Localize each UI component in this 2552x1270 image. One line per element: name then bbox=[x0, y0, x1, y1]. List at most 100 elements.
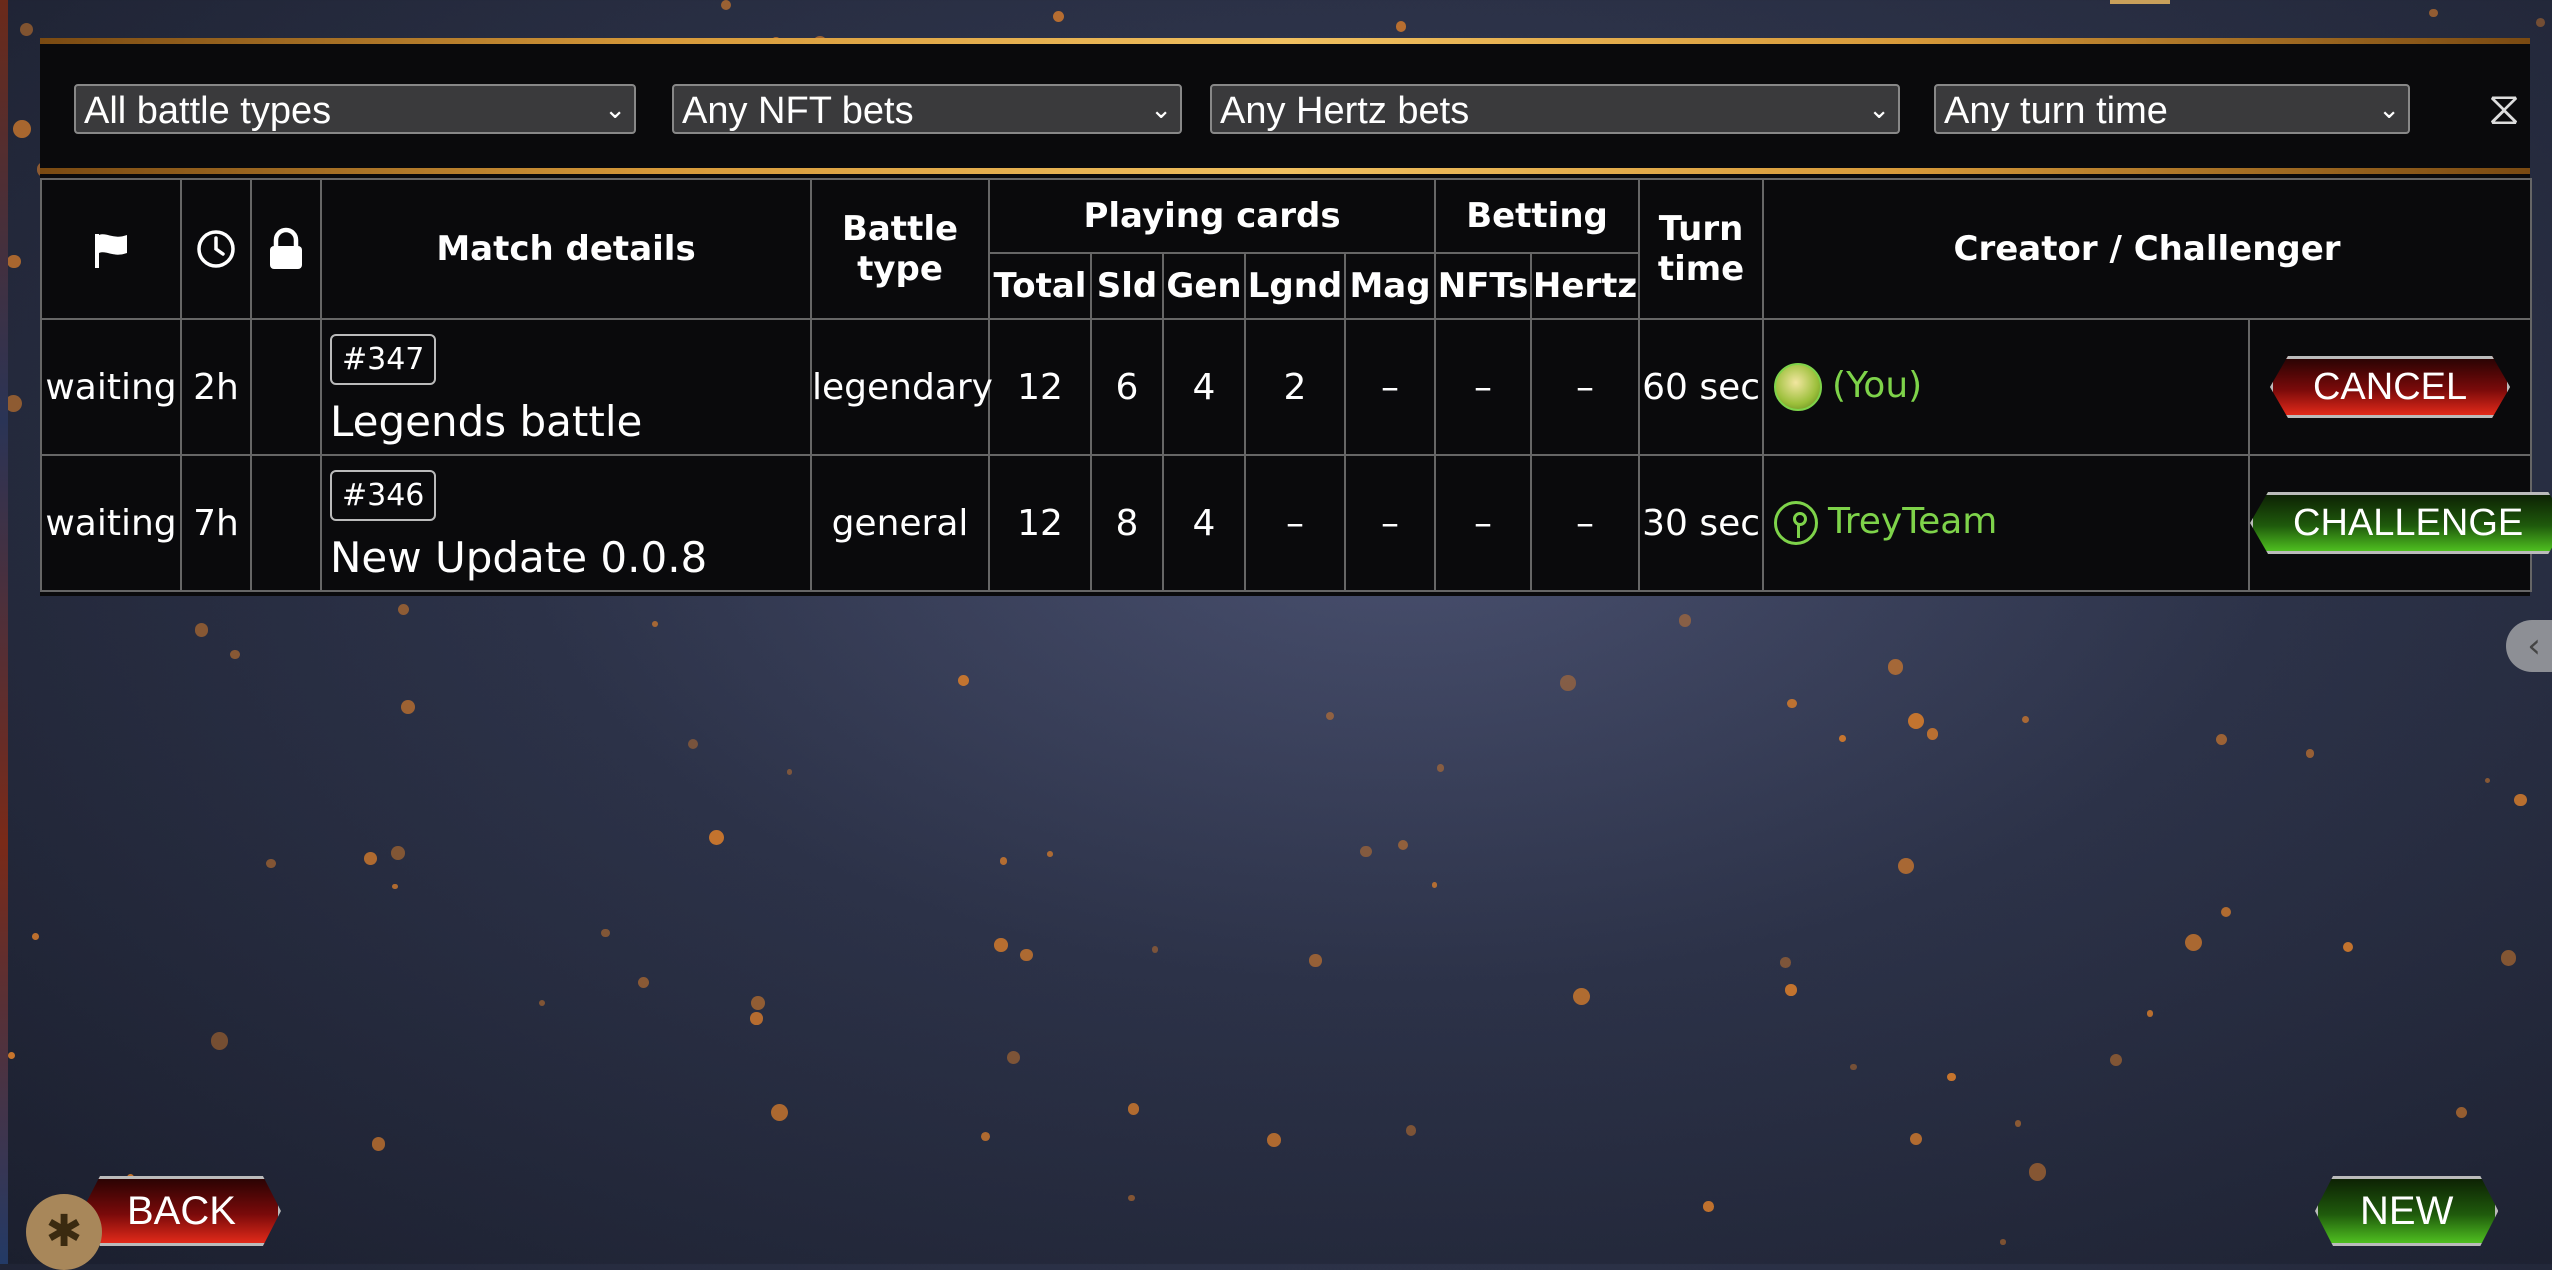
ember-dot bbox=[1431, 882, 1438, 888]
ember-dot bbox=[371, 1137, 386, 1151]
avatar bbox=[1774, 501, 1819, 545]
chevron-down-icon: ⌄ bbox=[1868, 95, 1890, 125]
ember-dot bbox=[1436, 763, 1445, 772]
flag-column-header bbox=[40, 178, 182, 320]
ember-dot bbox=[1678, 614, 1692, 627]
gen-cell: 4 bbox=[1162, 318, 1246, 456]
ember-dot bbox=[1838, 735, 1846, 743]
ember-dot bbox=[2146, 1010, 2154, 1017]
ember-dot bbox=[1907, 712, 1924, 729]
battle-type-select[interactable]: All battle types ⌄ bbox=[74, 84, 636, 134]
lock-column-header bbox=[250, 178, 322, 320]
ember-dot bbox=[1897, 858, 1914, 875]
creator-name[interactable]: (You) bbox=[1832, 365, 1922, 406]
age-column-header bbox=[180, 178, 252, 320]
match-details-cell: #346 New Update 0.0.8 bbox=[320, 454, 812, 592]
ember-dot bbox=[786, 769, 793, 775]
left-edge-strip bbox=[0, 0, 8, 1264]
ember-dot bbox=[999, 857, 1008, 866]
ember-dot bbox=[539, 999, 546, 1007]
lgnd-cell: 2 bbox=[1244, 318, 1346, 456]
ember-dot bbox=[1360, 845, 1372, 857]
ember-dot bbox=[2021, 716, 2029, 724]
ember-dot bbox=[401, 700, 415, 715]
match-id-tag: #347 bbox=[330, 334, 437, 385]
hourglass-icon[interactable]: ⧖ bbox=[2480, 80, 2528, 136]
ember-dot bbox=[981, 1132, 991, 1142]
ember-dot bbox=[32, 933, 40, 940]
battle-type-cell: legendary bbox=[810, 318, 993, 456]
match-name: New Update 0.0.8 bbox=[330, 533, 708, 582]
ember-dot bbox=[708, 829, 724, 846]
ember-dot bbox=[2110, 1054, 2123, 1066]
ember-dot bbox=[13, 119, 31, 138]
ember-dot bbox=[210, 1032, 229, 1051]
ember-dot bbox=[194, 623, 209, 637]
turn-time-cell: 30 sec bbox=[1638, 454, 1765, 592]
ember-dot bbox=[2028, 1163, 2047, 1181]
challenge-button[interactable]: CHALLENGE bbox=[2250, 492, 2552, 554]
hertz-header: Hertz bbox=[1530, 252, 1641, 320]
top-corner-accent bbox=[2110, 0, 2170, 4]
match-id-tag: #346 bbox=[330, 470, 437, 521]
table-row[interactable]: waiting 7h #346 New Update 0.0.8 general… bbox=[40, 454, 2531, 592]
ember-dot bbox=[1909, 1132, 1923, 1146]
playing-cards-header: Playing cards bbox=[987, 178, 1437, 254]
sld-cell: 6 bbox=[1090, 318, 1164, 456]
creator-name[interactable]: TreyTeam bbox=[1828, 501, 1997, 542]
ember-dot bbox=[1785, 984, 1797, 996]
action-cell: CANCEL bbox=[2248, 318, 2533, 456]
ember-dot bbox=[2500, 950, 2517, 967]
turn-time-cell: 60 sec bbox=[1638, 318, 1765, 456]
mag-header: Mag bbox=[1343, 252, 1437, 320]
ember-dot bbox=[1020, 948, 1034, 962]
nfts-header: NFTs bbox=[1434, 252, 1533, 320]
lgnd-cell: – bbox=[1244, 454, 1346, 592]
total-header: Total bbox=[988, 252, 1092, 320]
table-row[interactable]: waiting 2h #347 Legends battle legendary… bbox=[40, 318, 2533, 456]
hertz-bets-select[interactable]: Any Hertz bets ⌄ bbox=[1210, 84, 1900, 134]
battle-type-header: Battle type bbox=[810, 178, 990, 320]
lock-cell bbox=[250, 318, 322, 456]
ember-dot bbox=[771, 1103, 789, 1122]
age-cell: 2h bbox=[180, 318, 252, 456]
status-cell: waiting bbox=[40, 454, 182, 592]
bug-icon[interactable]: ✱ bbox=[26, 1194, 102, 1270]
creator-cell: (You) bbox=[1762, 318, 2251, 456]
chevron-left-icon[interactable]: ‹ bbox=[2506, 620, 2552, 672]
ember-dot bbox=[2220, 906, 2232, 917]
ember-dot bbox=[19, 22, 34, 37]
cancel-button[interactable]: CANCEL bbox=[2270, 356, 2510, 418]
nft-bets-select-value: Any NFT bets bbox=[682, 90, 914, 132]
ember-dot bbox=[1405, 1125, 1417, 1137]
ember-dot bbox=[638, 976, 650, 988]
ember-dot bbox=[958, 674, 969, 686]
ember-dot bbox=[7, 254, 22, 269]
ember-dot bbox=[1325, 711, 1334, 720]
gen-cell: 4 bbox=[1162, 454, 1246, 592]
ember-dot bbox=[229, 649, 240, 660]
match-details-cell: #347 Legends battle bbox=[320, 318, 812, 456]
ember-dot bbox=[751, 996, 766, 1011]
avatar bbox=[1774, 363, 1823, 411]
ember-dot bbox=[1703, 1201, 1714, 1212]
total-cell: 12 bbox=[988, 318, 1092, 456]
chevron-down-icon: ⌄ bbox=[1150, 95, 1172, 125]
ember-dot bbox=[601, 928, 610, 938]
ember-dot bbox=[2429, 8, 2438, 18]
ember-dot bbox=[1572, 987, 1590, 1005]
betting-header: Betting bbox=[1434, 178, 1641, 254]
filter-bar: All battle types ⌄ Any NFT bets ⌄ Any He… bbox=[40, 44, 2530, 168]
gen-header: Gen bbox=[1162, 252, 1246, 320]
sld-header: Sld bbox=[1090, 252, 1164, 320]
nft-bets-select[interactable]: Any NFT bets ⌄ bbox=[672, 84, 1182, 134]
ember-dot bbox=[2456, 1107, 2468, 1119]
ember-dot bbox=[652, 620, 658, 627]
ember-dot bbox=[2000, 1239, 2006, 1245]
ember-dot bbox=[720, 0, 732, 11]
new-button[interactable]: NEW bbox=[2315, 1176, 2498, 1246]
ember-dot bbox=[688, 738, 699, 749]
back-button[interactable]: BACK bbox=[82, 1176, 281, 1246]
turn-time-select[interactable]: Any turn time ⌄ bbox=[1934, 84, 2410, 134]
clock-icon bbox=[197, 230, 235, 268]
